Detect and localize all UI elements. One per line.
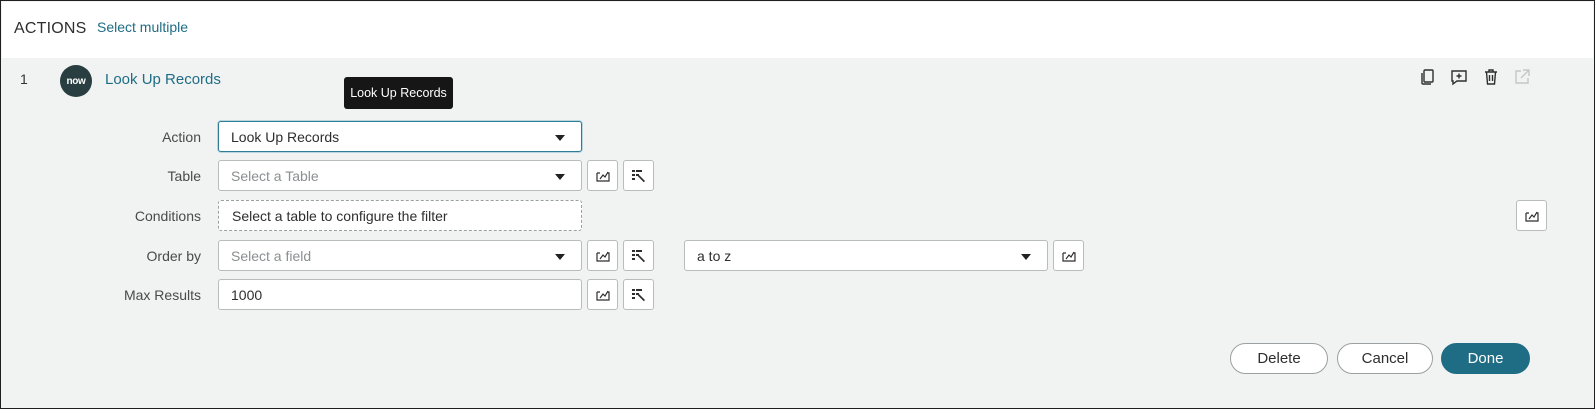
conditions-label: Conditions [134, 208, 201, 224]
action-label: Action [162, 129, 201, 145]
tooltip-text: Look Up Records [350, 86, 447, 100]
sort-direction-select[interactable]: a to z [684, 240, 1048, 271]
sort-direction-script-toggle-button[interactable] [1053, 240, 1084, 271]
script-icon [595, 251, 610, 262]
done-button[interactable]: Done [1441, 343, 1530, 374]
data-pill-picker-icon [631, 249, 645, 262]
max-results-data-pill-picker-button[interactable] [623, 279, 654, 310]
conditions-filter-placeholder: Select a table to configure the filter [218, 200, 582, 231]
step-title-link[interactable]: Look Up Records [105, 71, 221, 88]
action-editor-panel: ACTIONS Select multiple 1 now Look Up Re… [0, 0, 1595, 409]
data-pill-picker-icon [631, 169, 645, 182]
data-pill-picker-icon [631, 288, 645, 301]
max-results-input[interactable]: 1000 [218, 279, 582, 310]
servicenow-logo: now [60, 65, 92, 97]
order-by-select[interactable]: Select a field [218, 240, 582, 271]
add-comment-icon[interactable] [1449, 67, 1469, 87]
script-icon [1061, 251, 1076, 262]
max-results-script-toggle-button[interactable] [587, 279, 618, 310]
conditions-script-toggle-button[interactable] [1516, 200, 1547, 231]
order-by-script-toggle-button[interactable] [587, 240, 618, 271]
table-select-placeholder: Select a Table [231, 167, 319, 184]
chevron-down-icon [1021, 254, 1031, 260]
step-title-tooltip: Look Up Records [344, 77, 453, 109]
script-icon [595, 290, 610, 301]
actions-header: ACTIONS Select multiple [2, 2, 1593, 58]
sort-direction-value: a to z [697, 247, 732, 264]
chevron-down-icon [555, 254, 565, 260]
table-script-toggle-button[interactable] [587, 160, 618, 191]
step-number: 1 [20, 71, 28, 87]
table-label: Table [167, 168, 201, 184]
order-by-label: Order by [146, 248, 201, 264]
script-icon [595, 171, 610, 182]
cancel-button[interactable]: Cancel [1337, 343, 1433, 374]
table-data-pill-picker-button[interactable] [623, 160, 654, 191]
action-select[interactable]: Look Up Records [218, 121, 582, 152]
chevron-down-icon [555, 135, 565, 141]
delete-button[interactable]: Delete [1230, 343, 1328, 374]
script-icon [1524, 211, 1539, 222]
max-results-label: Max Results [123, 287, 201, 303]
max-results-value: 1000 [231, 286, 263, 303]
table-select[interactable]: Select a Table [218, 160, 582, 191]
action-select-value: Look Up Records [231, 128, 340, 145]
actions-title: ACTIONS [14, 20, 87, 37]
order-by-placeholder: Select a field [231, 247, 312, 264]
select-multiple-link[interactable]: Select multiple [97, 19, 188, 35]
order-by-data-pill-picker-button[interactable] [623, 240, 654, 271]
open-external-icon[interactable] [1512, 67, 1532, 87]
logo-text: now [66, 75, 86, 87]
copy-icon[interactable] [1417, 67, 1437, 87]
chevron-down-icon [555, 174, 565, 180]
trash-icon[interactable] [1481, 67, 1501, 87]
conditions-text: Select a table to configure the filter [232, 207, 448, 224]
